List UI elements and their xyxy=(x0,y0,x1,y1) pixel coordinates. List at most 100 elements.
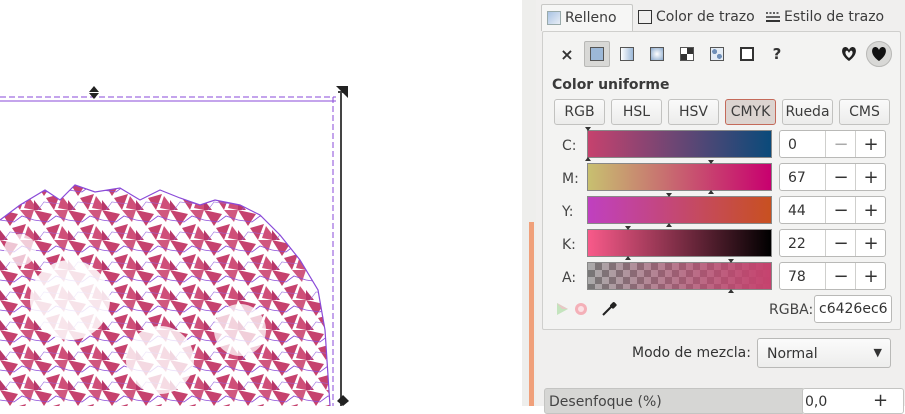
radial-gradient-icon xyxy=(650,47,664,61)
resize-handle-right[interactable] xyxy=(337,395,349,406)
linear-gradient-icon xyxy=(620,47,634,61)
yellow-spinbox[interactable]: 44 − + xyxy=(779,196,886,224)
slider-marker xyxy=(708,160,714,164)
alpha-increment[interactable]: + xyxy=(855,263,886,289)
magenta-spinbox[interactable]: 67 − + xyxy=(779,163,886,191)
close-icon: × xyxy=(560,44,574,64)
color-mode-wheel[interactable]: Rueda xyxy=(782,99,833,125)
tab-stroke-paint[interactable]: Color de trazo xyxy=(633,4,767,30)
blend-mode-label: Modo de mezcla: xyxy=(632,345,751,361)
color-mode-rgb[interactable]: RGB xyxy=(554,99,605,125)
blend-mode-select[interactable]: Normal ▼ xyxy=(757,338,891,368)
alpha-spinbox[interactable]: 78 − + xyxy=(779,262,886,290)
channel-row-y: Y: 44 − + xyxy=(543,193,900,228)
color-mode-hsv[interactable]: HSV xyxy=(668,99,719,125)
chevron-down-icon: ▼ xyxy=(873,346,882,359)
color-managed-icon xyxy=(555,302,569,316)
pattern-icon xyxy=(680,47,694,61)
slider-marker xyxy=(666,193,672,197)
yellow-value[interactable]: 44 xyxy=(788,203,806,219)
slider-marker xyxy=(625,226,631,230)
alpha-value[interactable]: 78 xyxy=(788,269,806,285)
fill-settings-box: × ? Color uniforme RGB HSL HSV CMYK Rued… xyxy=(542,31,901,330)
channel-row-c: C: 0 − + xyxy=(543,127,900,162)
cyan-spinbox[interactable]: 0 − + xyxy=(779,130,886,158)
mesh-icon xyxy=(710,47,724,61)
magenta-increment[interactable]: + xyxy=(855,164,886,190)
channel-label-m: M: xyxy=(562,171,579,187)
black-slider[interactable] xyxy=(587,226,772,260)
section-title: Color uniforme xyxy=(552,77,670,93)
channel-label-a: A: xyxy=(562,270,577,286)
slider-marker xyxy=(585,157,591,161)
magenta-slider[interactable] xyxy=(587,160,772,194)
channel-label-k: K: xyxy=(562,237,576,253)
channel-label-c: C: xyxy=(562,138,577,154)
magenta-value[interactable]: 67 xyxy=(788,170,806,186)
slider-marker xyxy=(666,223,672,227)
blur-slider[interactable]: Desenfoque (%) xyxy=(544,388,805,414)
flat-color-icon xyxy=(590,47,604,61)
color-mode-hsl[interactable]: HSL xyxy=(611,99,662,125)
linear-gradient-button[interactable] xyxy=(614,41,640,67)
fill-icon xyxy=(547,11,561,25)
fill-stroke-panel: Relleno Color de trazo Estilo de trazo × xyxy=(536,0,905,414)
blur-value[interactable]: 0,0 xyxy=(805,394,827,410)
slider-marker xyxy=(708,190,714,194)
stroke-style-icon xyxy=(766,10,780,24)
cyan-decrement[interactable]: − xyxy=(825,131,856,157)
radial-gradient-button[interactable] xyxy=(644,41,670,67)
slider-marker xyxy=(728,289,734,293)
slider-marker xyxy=(585,127,591,131)
magenta-decrement[interactable]: − xyxy=(825,164,856,190)
swatch-button[interactable] xyxy=(734,41,760,67)
rgba-label: RGBA: xyxy=(769,302,814,318)
black-spinbox[interactable]: 22 − + xyxy=(779,229,886,257)
color-picker-icon[interactable] xyxy=(601,301,617,317)
cyan-value[interactable]: 0 xyxy=(788,137,797,153)
blur-increment[interactable]: + xyxy=(873,390,888,411)
black-decrement[interactable]: − xyxy=(825,230,856,256)
alpha-slider[interactable] xyxy=(587,259,772,293)
black-value[interactable]: 22 xyxy=(788,236,806,252)
no-paint-button[interactable]: × xyxy=(554,41,580,67)
tab-stroke-style-label: Estilo de trazo xyxy=(784,9,885,25)
flat-color-button[interactable] xyxy=(584,41,610,67)
out-of-gamut-icon xyxy=(574,302,588,316)
fill-rule-evenodd-button[interactable] xyxy=(836,41,862,67)
swatch-icon xyxy=(740,47,754,61)
channel-label-y: Y: xyxy=(562,204,574,220)
cyan-increment[interactable]: + xyxy=(855,131,886,157)
nonzero-icon xyxy=(872,46,886,61)
channel-row-k: K: 22 − + xyxy=(543,226,900,261)
slider-marker xyxy=(728,259,734,263)
alpha-decrement[interactable]: − xyxy=(825,263,856,289)
mesh-gradient-button[interactable] xyxy=(704,41,730,67)
yellow-decrement[interactable]: − xyxy=(825,197,856,223)
blur-spinbox[interactable]: 0,0 + xyxy=(802,388,904,414)
stroke-paint-icon xyxy=(638,10,652,24)
channel-row-m: M: 67 − + xyxy=(543,160,900,195)
tab-stroke-style[interactable]: Estilo de trazo xyxy=(761,4,901,30)
color-mode-cmyk[interactable]: CMYK xyxy=(725,99,776,125)
cyan-slider[interactable] xyxy=(585,127,772,161)
blur-label: Desenfoque (%) xyxy=(549,394,662,410)
blend-mode-value: Normal xyxy=(767,346,818,362)
drawing-canvas[interactable] xyxy=(0,0,522,406)
unset-paint-button[interactable]: ? xyxy=(764,41,790,67)
panel-drag-handle[interactable] xyxy=(529,222,534,406)
yellow-increment[interactable]: + xyxy=(855,197,886,223)
color-mode-cms[interactable]: CMS xyxy=(839,99,890,125)
question-icon: ? xyxy=(772,45,782,63)
fill-rule-nonzero-button[interactable] xyxy=(866,41,892,67)
yellow-slider[interactable] xyxy=(587,193,772,227)
channel-row-a: A: 78 − + xyxy=(543,259,900,294)
tab-fill-label: Relleno xyxy=(565,10,617,26)
evenodd-icon xyxy=(842,46,856,61)
slider-marker xyxy=(625,256,631,260)
black-increment[interactable]: + xyxy=(855,230,886,256)
pattern-button[interactable] xyxy=(674,41,700,67)
canvas-drawing xyxy=(0,86,349,406)
rgba-field[interactable]: c6426ec6 xyxy=(814,295,892,323)
tab-fill[interactable]: Relleno xyxy=(541,4,633,31)
